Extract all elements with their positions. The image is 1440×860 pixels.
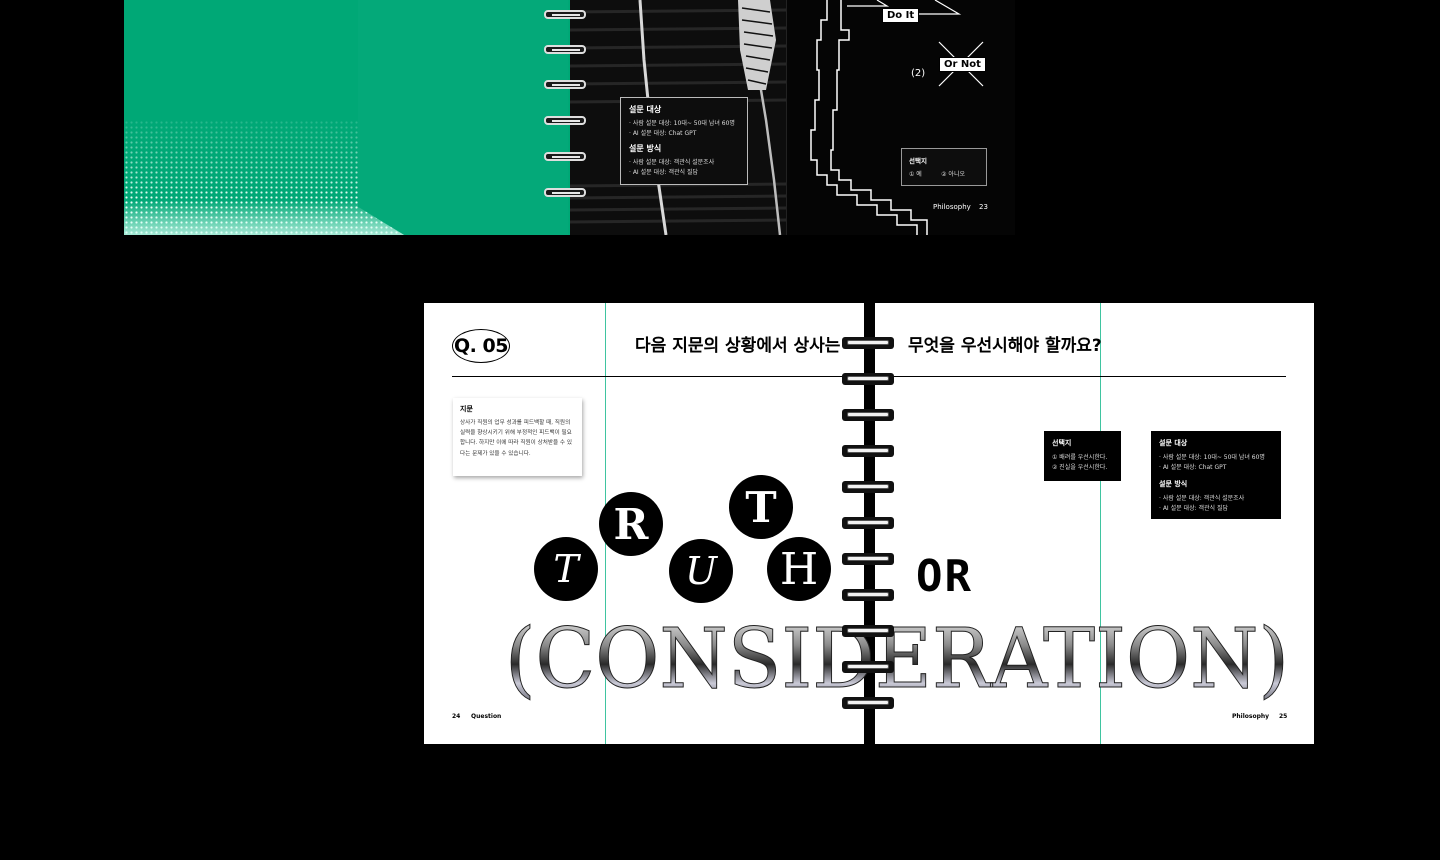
survey-target-line: · AI 설문 대상: Chat GPT xyxy=(629,130,697,137)
survey-info-box: 설문 대상 · 사람 설문 대상: 10대~ 50대 남녀 60명 · AI 설… xyxy=(1151,431,1281,519)
choice-box-top: 선택지 ① 예 ② 아니오 xyxy=(901,148,987,186)
survey-method-heading: 설문 방식 xyxy=(629,144,662,153)
option-number: (2) xyxy=(911,68,926,79)
consideration-title: (CONSIDERATION) xyxy=(505,612,1290,708)
spiral-ring xyxy=(544,116,586,125)
consideration-word: (CONSIDERATION) xyxy=(505,612,1289,707)
survey-method-line: · 사람 설문 대상: 객관식 설문조사 xyxy=(1159,495,1245,502)
survey-method-line: · AI 설문 대상: 객관식 질답 xyxy=(629,169,699,176)
passage-heading: 지문 xyxy=(460,405,473,413)
question-number-badge: Q. 05 xyxy=(452,329,510,363)
survey-target-line: · 사람 설문 대상: 10대~ 50대 남녀 60명 xyxy=(1159,454,1265,461)
tag-do-it: Do It xyxy=(882,8,920,23)
question-text-left: 다음 지문의 상황에서 상사는 xyxy=(635,336,841,356)
choices-box: 선택지 ① 배려를 우선시한다. ② 진실을 우선시한다. xyxy=(1044,431,1121,481)
footer-right-page: 25 xyxy=(1279,713,1288,720)
spiral-ring xyxy=(544,80,586,89)
spiral-ring xyxy=(544,188,586,197)
footer-left-label: Question xyxy=(471,713,502,720)
question-text-right: 무엇을 우선시해야 할까요? xyxy=(908,336,1102,356)
passage-box: 지문 상사가 직원의 업무 성과를 피드백할 때, 직원의 실력을 향상시키기 … xyxy=(453,398,582,476)
survey-target-line: · AI 설문 대상: Chat GPT xyxy=(1159,464,1227,471)
tag-or-not: Or Not xyxy=(939,57,986,72)
survey-method-heading: 설문 방식 xyxy=(1159,480,1188,488)
spiral-ring xyxy=(544,45,586,54)
top-spiral-binding xyxy=(544,0,592,235)
passage-body: 상사가 직원의 업무 성과를 피드백할 때, 직원의 실력을 향상시키기 위해 … xyxy=(460,420,573,457)
choice-option: ① 예 xyxy=(909,171,922,178)
choice-option: ② 아니오 xyxy=(941,171,965,178)
pixel-figure-outline xyxy=(810,0,984,235)
survey-target-heading: 설문 대상 xyxy=(1159,439,1188,447)
spiral-ring xyxy=(544,10,586,19)
truth-letter-circle: T xyxy=(729,475,793,539)
top-book-spread: 설문 대상 · 사람 설문 대상: 10대~ 50대 남녀 60명 · AI 설… xyxy=(124,0,1015,235)
footer-page-top: 23 xyxy=(979,203,988,211)
survey-method-line: · 사람 설문 대상: 객관식 설문조사 xyxy=(629,159,715,166)
bottom-book-spread: Q. 05 다음 지문의 상황에서 상사는 무엇을 우선시해야 할까요? 지문 … xyxy=(424,303,1314,744)
dark-philosophy-page: Do It Or Not (2) 선택지 ① 예 ② 아니오 Philosoph… xyxy=(786,0,1015,235)
choice-option: ② 진실을 우선시한다. xyxy=(1052,464,1108,471)
choices-heading: 선택지 xyxy=(1052,439,1072,447)
footer-right-label: Philosophy xyxy=(1232,713,1270,720)
truth-letter-circle: H xyxy=(767,537,831,601)
footer-label-top: Philosophy xyxy=(933,203,971,211)
spiral-ring xyxy=(544,152,586,161)
survey-info-box-top: 설문 대상 · 사람 설문 대상: 10대~ 50대 남녀 60명 · AI 설… xyxy=(620,97,748,185)
truth-letter-circle: U xyxy=(669,539,733,603)
choice-heading: 선택지 xyxy=(909,157,927,165)
truth-letter-circle: R xyxy=(599,492,663,556)
truth-letter-circle: T xyxy=(534,537,598,601)
railway-photo-page: 설문 대상 · 사람 설문 대상: 10대~ 50대 남녀 60명 · AI 설… xyxy=(570,0,786,235)
footer-left-page: 24 xyxy=(452,713,461,720)
survey-target-heading: 설문 대상 xyxy=(629,105,662,114)
survey-target-line: · 사람 설문 대상: 10대~ 50대 남녀 60명 xyxy=(629,120,735,127)
survey-method-line: · AI 설문 대상: 객관식 질답 xyxy=(1159,505,1229,512)
or-word: OR xyxy=(916,551,973,602)
green-turning-page xyxy=(358,0,568,235)
choice-option: ① 배려를 우선시한다. xyxy=(1052,454,1108,461)
header-rule xyxy=(452,376,1286,377)
